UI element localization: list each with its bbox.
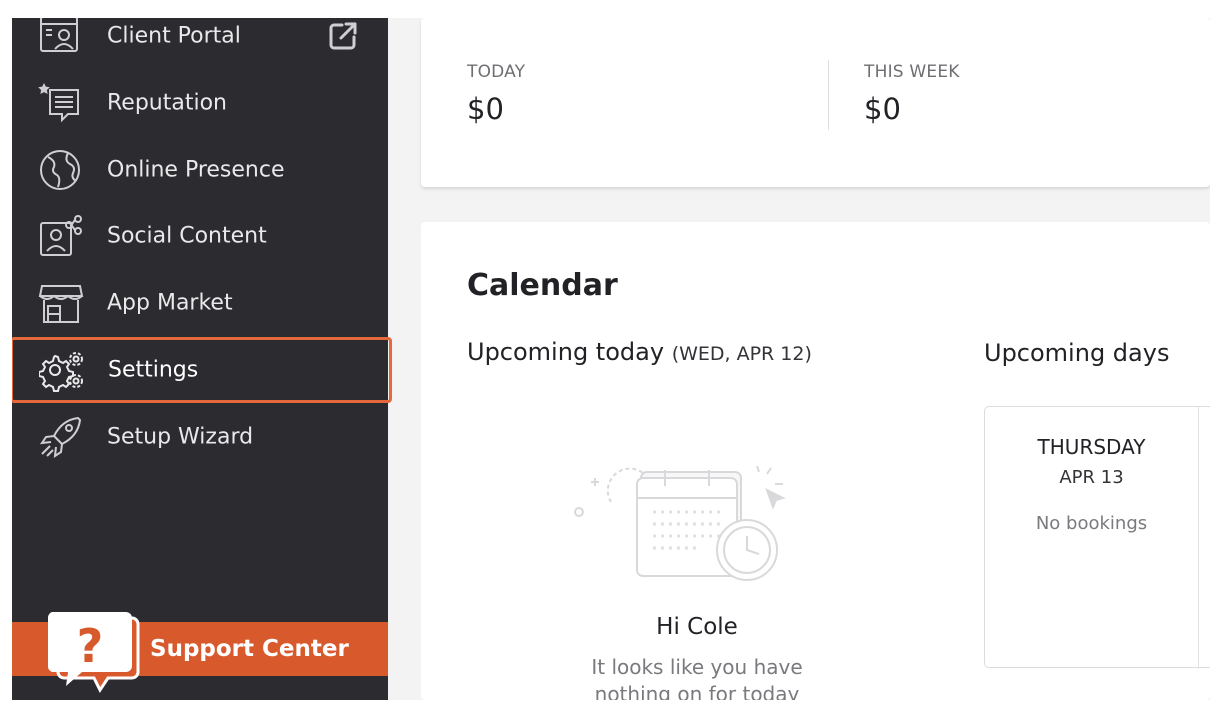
sidebar-item-reputation[interactable]: Reputation bbox=[12, 71, 388, 135]
day-name: THURSDAY bbox=[1037, 435, 1146, 459]
sidebar-item-label: App Market bbox=[107, 290, 233, 316]
sidebar-item-label: Settings bbox=[108, 357, 199, 383]
day-bookings-status: No bookings bbox=[1035, 513, 1148, 534]
gears-icon bbox=[38, 347, 85, 393]
upcoming-today-label: Upcoming today bbox=[467, 338, 665, 366]
calendar-card: Calendar Upcoming today (WED, APR 12) Hi… bbox=[421, 222, 1210, 700]
reputation-icon bbox=[38, 80, 84, 126]
calendar-title: Calendar bbox=[467, 268, 618, 303]
sidebar-item-social-content[interactable]: Social Content bbox=[12, 204, 388, 268]
revenue-stats-card: TODAY $0 THIS WEEK $0 bbox=[421, 18, 1210, 187]
this-week-label: THIS WEEK bbox=[864, 62, 960, 82]
upcoming-days-heading: Upcoming days bbox=[984, 339, 1170, 367]
empty-greeting: Hi Cole bbox=[656, 614, 738, 640]
social-content-icon bbox=[38, 213, 84, 259]
svg-text:?: ? bbox=[77, 619, 104, 673]
sidebar-item-label: Client Portal bbox=[107, 23, 241, 49]
external-link-icon[interactable] bbox=[326, 19, 360, 53]
sidebar-item-settings[interactable]: Settings bbox=[12, 337, 392, 403]
today-label: TODAY bbox=[467, 62, 526, 82]
day-date: APR 13 bbox=[1059, 467, 1124, 488]
sidebar-item-label: Setup Wizard bbox=[107, 424, 254, 450]
help-bubble-icon[interactable]: ? bbox=[47, 610, 144, 698]
globe-icon bbox=[38, 147, 84, 193]
rocket-icon bbox=[38, 414, 84, 460]
sidebar-item-label: Social Content bbox=[107, 223, 267, 249]
app-frame: Client Portal Reputation Online Presence… bbox=[12, 18, 1210, 700]
stat-divider bbox=[828, 60, 829, 130]
day-card-thursday[interactable]: THURSDAY APR 13 No bookings bbox=[984, 406, 1210, 669]
upcoming-today-heading: Upcoming today (WED, APR 12) bbox=[467, 338, 812, 366]
upcoming-today-date: (WED, APR 12) bbox=[671, 343, 812, 365]
sidebar-item-app-market[interactable]: App Market bbox=[12, 271, 388, 335]
empty-message-line: It looks like you have bbox=[591, 655, 803, 679]
storefront-icon bbox=[38, 280, 84, 326]
this-week-value: $0 bbox=[864, 92, 901, 126]
support-center-label: Support Center bbox=[150, 636, 349, 662]
empty-message-line: nothing on for today bbox=[594, 682, 800, 700]
sidebar-item-setup-wizard[interactable]: Setup Wizard bbox=[12, 405, 388, 469]
today-value: $0 bbox=[467, 92, 504, 126]
sidebar-item-online-presence[interactable]: Online Presence bbox=[12, 138, 388, 202]
sidebar: Client Portal Reputation Online Presence… bbox=[12, 18, 392, 700]
empty-calendar-illustration bbox=[571, 462, 791, 587]
sidebar-item-label: Reputation bbox=[107, 90, 227, 116]
client-portal-icon bbox=[38, 18, 84, 59]
sidebar-item-label: Online Presence bbox=[107, 157, 285, 183]
day-divider bbox=[1198, 407, 1199, 669]
empty-message: It looks like you have nothing on for to… bbox=[467, 654, 927, 700]
sidebar-item-client-portal[interactable]: Client Portal bbox=[12, 18, 388, 68]
